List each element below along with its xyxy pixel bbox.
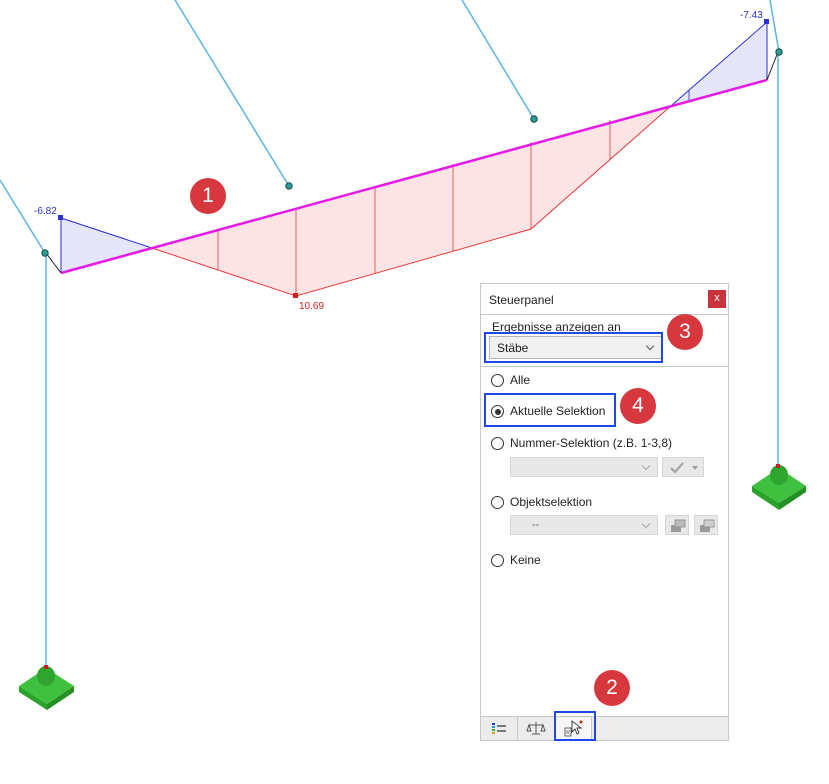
color-scale-icon (492, 723, 506, 734)
value-label-max: 10.69 (299, 301, 324, 312)
callout-badge-4: 4 (620, 388, 656, 424)
object-select-button[interactable] (665, 515, 689, 535)
support-right (752, 464, 806, 510)
cable-line (174, 0, 290, 187)
radio-label: Nummer-Selektion (z.B. 1-3,8) (510, 436, 673, 450)
highlight-show-results-select (484, 332, 663, 363)
value-label-right: -7.43 (740, 10, 763, 21)
chevron-down-icon (641, 519, 651, 529)
object-selection-dropdown[interactable]: -- (510, 515, 658, 535)
positive-diagram (152, 105, 672, 296)
object-edit-icon (700, 519, 715, 532)
close-button[interactable]: x (708, 290, 726, 308)
tab-balance[interactable] (518, 717, 555, 740)
radio-button[interactable] (491, 374, 504, 387)
object-deselect-button[interactable] (694, 515, 718, 535)
radio-label: Keine (510, 553, 541, 567)
object-selection-value: -- (532, 519, 540, 531)
value-label-left: -6.82 (34, 206, 57, 217)
cable-line (769, 0, 780, 53)
panel-tab-bar (481, 716, 728, 740)
negative-diagram-left (61, 218, 152, 273)
highlight-current-selection (484, 393, 616, 427)
apply-selection-button[interactable] (662, 457, 704, 477)
cable-line (461, 0, 535, 120)
callout-badge-1: 1 (190, 178, 226, 214)
marker-max (293, 293, 298, 298)
callout-badge-3: 3 (667, 314, 703, 350)
marker-left (58, 215, 63, 220)
balance-icon (526, 722, 546, 735)
joint-link (45, 252, 62, 274)
tab-color-scale[interactable] (481, 717, 518, 740)
divider (481, 366, 728, 367)
joint-link (766, 51, 779, 81)
radio-label: Alle (510, 373, 531, 387)
chevron-down-icon (641, 461, 651, 471)
radio-button[interactable] (491, 496, 504, 509)
number-selection-dropdown[interactable] (510, 457, 658, 477)
object-select-icon (671, 519, 686, 532)
radio-label: Objektselektion (510, 495, 593, 509)
panel-title: Steuerpanel (489, 293, 554, 307)
callout-badge-2: 2 (594, 670, 630, 706)
highlight-selection-tab (554, 711, 596, 741)
marker-right (764, 19, 769, 24)
checkmark-icon (670, 462, 698, 474)
support-left (19, 665, 74, 710)
radio-button[interactable] (491, 437, 504, 450)
radio-button[interactable] (491, 554, 504, 567)
